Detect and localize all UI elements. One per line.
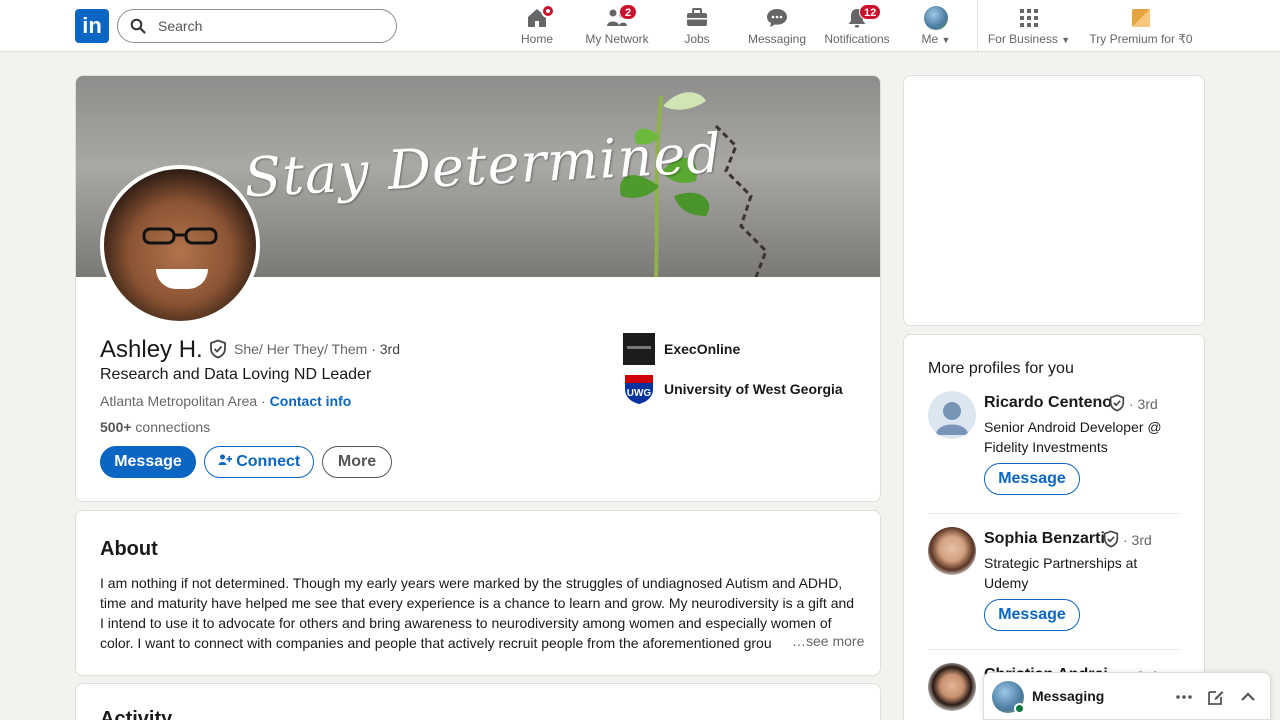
verified-shield-icon [1103, 530, 1119, 548]
nav-for-business-label: For Business ▼ [987, 32, 1071, 46]
profile-suggestion-name[interactable]: Sophia Benzarti [984, 530, 1105, 548]
nav-try-premium-label: Try Premium for ₹0 [1089, 32, 1193, 46]
profile-avatar[interactable] [100, 165, 260, 325]
profile-connections[interactable]: 500+ connections [100, 419, 210, 435]
compose-icon[interactable] [1206, 687, 1226, 707]
activity-card: Activity [75, 683, 881, 720]
search-bar[interactable] [117, 9, 397, 43]
profile-location: Atlanta Metropolitan Area · Contact info [100, 393, 352, 409]
me-avatar [924, 6, 948, 30]
ellipsis-icon[interactable] [1174, 687, 1194, 707]
more-profiles-title: More profiles for you [928, 360, 1074, 377]
experience-execonline-name: ExecOnline [664, 341, 741, 357]
nav-my-network-label: My Network [585, 32, 649, 46]
notifications-badge: 12 [859, 4, 882, 20]
profile-suggestion-avatar[interactable] [928, 663, 976, 711]
nav-divider [977, 0, 978, 52]
profile-suggestion-degree: · 3rd [1123, 532, 1152, 548]
profile-suggestion-avatar[interactable] [928, 527, 976, 575]
nav-jobs[interactable]: Jobs [669, 0, 725, 52]
search-icon [130, 18, 146, 34]
message-button[interactable]: Message [100, 446, 196, 478]
execonline-logo [623, 333, 655, 365]
nav-for-business[interactable]: For Business ▼ [984, 0, 1074, 52]
divider [928, 649, 1180, 650]
profile-headline: Research and Data Loving ND Leader [100, 366, 372, 383]
nav-home-label: Home [520, 32, 553, 46]
messaging-overlay[interactable]: Messaging [983, 672, 1271, 720]
ad-placeholder-card [903, 75, 1205, 326]
briefcase-icon [687, 8, 707, 26]
caret-down-icon: ▼ [1061, 35, 1071, 45]
activity-title: Activity [100, 708, 173, 720]
more-button[interactable]: More [322, 446, 392, 478]
nav-messaging-label: Messaging [747, 32, 807, 46]
search-input[interactable] [158, 11, 388, 41]
connect-button[interactable]: Connect [204, 446, 314, 478]
nav-notifications[interactable]: 12 Notifications [820, 0, 894, 52]
uwg-logo: UWG [625, 375, 653, 404]
nav-notifications-label: Notifications [824, 32, 890, 46]
add-person-icon [218, 454, 233, 465]
profile-card: Stay Determined Ashley H. She/ Her They/… [75, 75, 881, 502]
nav-me-label: Me ▼ [921, 32, 951, 46]
nav-messaging[interactable]: Messaging [742, 0, 812, 52]
see-more-link[interactable]: …see more [788, 633, 865, 649]
experience-uwg-name: University of West Georgia [664, 381, 843, 397]
premium-icon [1132, 9, 1150, 27]
nav-try-premium[interactable]: Try Premium for ₹0 [1086, 0, 1196, 52]
verified-shield-icon[interactable] [208, 339, 228, 359]
grid-icon [1020, 9, 1038, 27]
profile-suggestion-name[interactable]: Ricardo Centeno [984, 394, 1112, 412]
verified-shield-icon [1109, 394, 1125, 412]
profile-suggestion-degree: · 3rd [1129, 396, 1158, 412]
network-badge: 2 [619, 4, 637, 20]
divider [928, 513, 1180, 514]
home-notification-dot [541, 4, 555, 18]
linkedin-logo[interactable]: in [75, 9, 109, 43]
caret-down-icon: ▼ [941, 35, 951, 45]
top-navigation: in Home 2 My Network Jobs Messaging 12 N… [0, 0, 1280, 52]
profile-name: Ashley H. [100, 336, 203, 363]
nav-me[interactable]: Me ▼ [910, 0, 962, 52]
about-text: I am nothing if not determined. Though m… [100, 575, 855, 651]
profile-suggestion-avatar[interactable] [928, 391, 976, 439]
contact-info-link[interactable]: Contact info [270, 393, 352, 409]
messaging-icon [767, 9, 787, 27]
nav-my-network[interactable]: 2 My Network [580, 0, 654, 52]
glasses-graphic [142, 227, 218, 245]
svg-text:UWG: UWG [627, 388, 652, 399]
profile-suggestion-message-button[interactable]: Message [984, 599, 1080, 631]
default-person-icon [936, 402, 968, 435]
connection-degree: · 3rd [367, 341, 401, 357]
profile-suggestion-message-button[interactable]: Message [984, 463, 1080, 495]
more-profiles-card: More profiles for you Ricardo Centeno · … [903, 334, 1205, 720]
profile-pronouns: She/ Her They/ Them · 3rd [234, 341, 401, 357]
smile-graphic [156, 269, 208, 289]
about-title: About [100, 538, 158, 560]
profile-suggestion-description: Senior Android Developer @ Fidelity Inve… [984, 419, 1162, 455]
chevron-up-icon[interactable] [1238, 687, 1258, 707]
profile-suggestion-description: Strategic Partnerships at Udemy [984, 555, 1138, 591]
online-status-dot [1014, 703, 1025, 714]
messaging-title: Messaging [1032, 688, 1105, 704]
about-card: About I am nothing if not determined. Th… [75, 510, 881, 676]
nav-home[interactable]: Home [509, 0, 565, 52]
nav-jobs-label: Jobs [684, 32, 710, 46]
